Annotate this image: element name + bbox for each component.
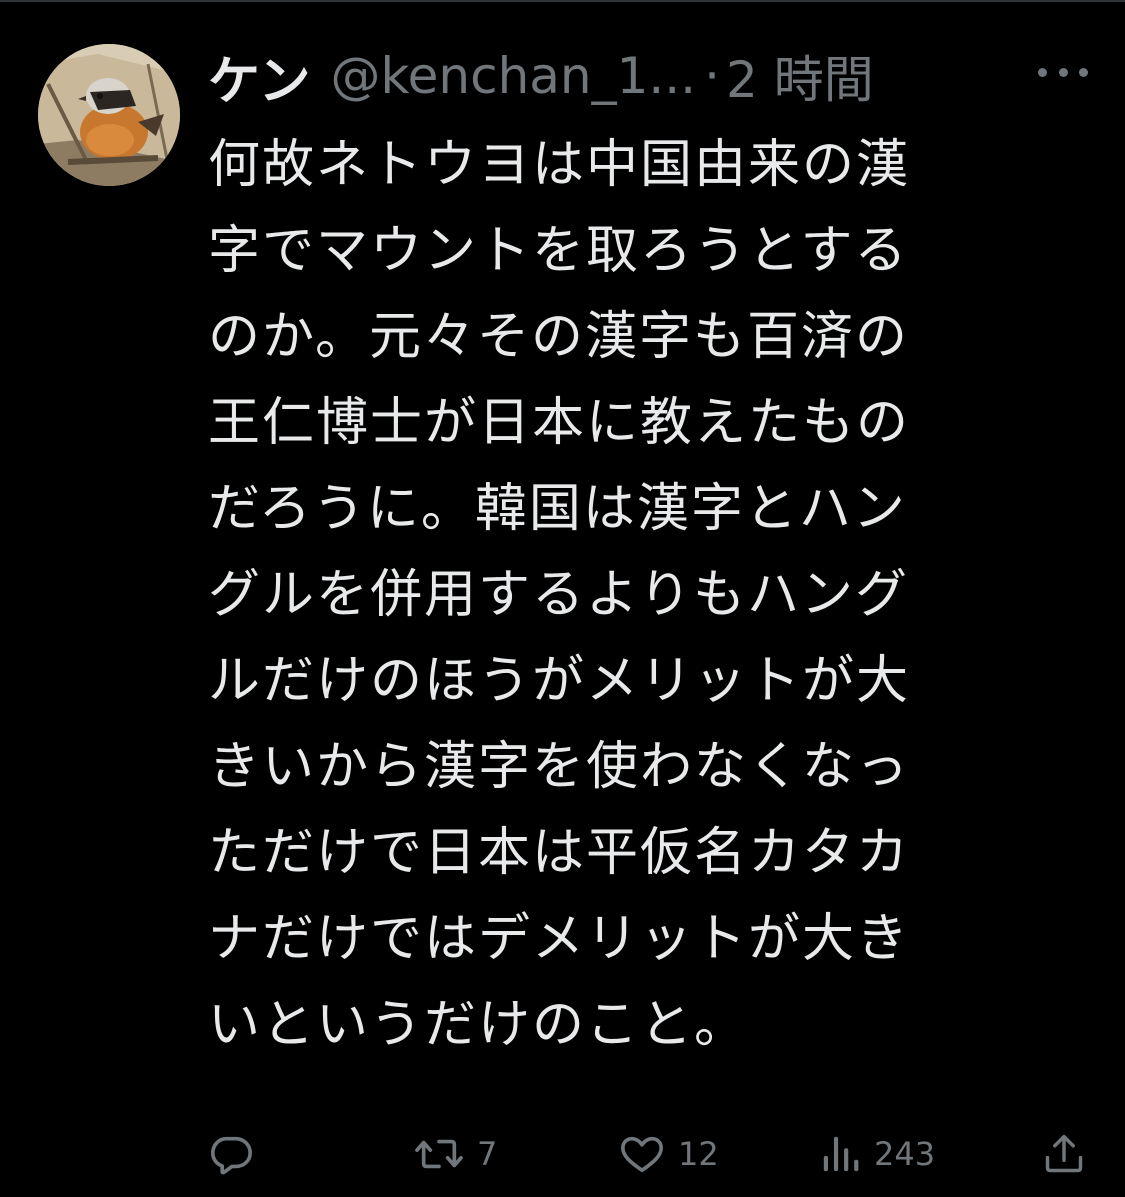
tweet-text-line: 王仁博士が日本に教えたもの [208,393,911,453]
tweet-text-line: ルだけのほうがメリットが大 [208,651,911,711]
reply-button[interactable] [208,1124,254,1184]
tweet-text: 何故ネトウヨは中国由来の漢 字でマウントを取ろうとする のか。元々その漢字も百済… [208,122,1058,1068]
tweet-text-line: のか。元々その漢字も百済の [208,307,909,367]
tweet-text-line: きいから漢字を使わなくなっ [208,737,911,797]
reply-icon [210,1136,252,1175]
more-dot [1038,67,1047,77]
tweet-text-line: 何故ネトウヨは中国由来の漢 [208,135,911,195]
header-separator: · [704,47,720,105]
tweet-text-line: グルを併用するよりもハング [208,565,909,625]
action-bar: 7 12 243 [208,1124,1088,1184]
more-options-icon[interactable] [1038,60,1088,84]
retweet-button[interactable]: 7 [413,1124,497,1184]
avatar[interactable] [38,44,180,186]
tweet-text-line: 字でマウントを取ろうとする [208,221,909,281]
tweet-text-line: ただけで日本は平仮名カタカ [208,823,911,883]
retweet-icon [415,1139,463,1169]
like-button[interactable]: 12 [618,1124,719,1184]
timestamp[interactable]: 2 時間 [726,40,874,112]
user-handle[interactable]: @kenchan_1... [330,47,696,105]
top-divider [0,0,1125,2]
more-dot [1079,67,1088,77]
share-icon [1045,1134,1083,1173]
like-count: 12 [678,1135,719,1173]
tweet-header: ケン @kenchan_1... · 2 時間 [208,38,1088,114]
tweet-text-line: ナだけではデメリットが大き [208,909,911,969]
heart-icon [621,1136,663,1173]
retweet-count: 7 [477,1135,498,1173]
views-icon [823,1136,859,1172]
share-button[interactable] [1042,1124,1086,1184]
more-dot [1058,67,1068,77]
tweet-text-line: いというだけのこと。 [208,995,749,1055]
views-count: 243 [874,1135,936,1173]
views-button[interactable]: 243 [820,1124,935,1184]
avatar-bird-image [38,44,180,186]
tweet-text-line: だろうに。韓国は漢字とハン [208,479,907,539]
display-name[interactable]: ケン [208,39,310,114]
